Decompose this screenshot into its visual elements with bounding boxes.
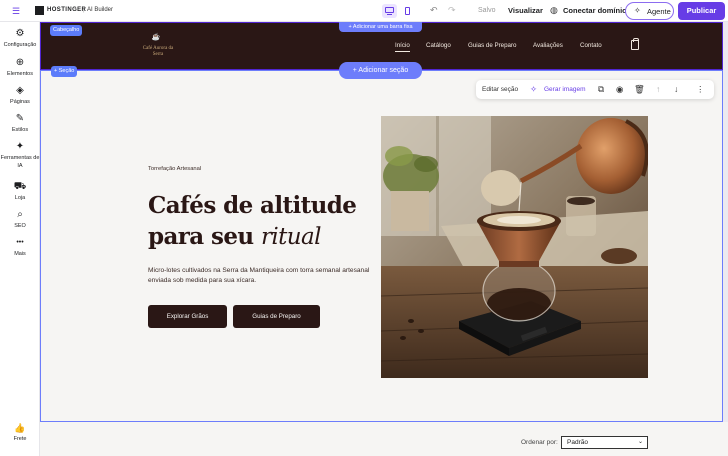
left-sidebar: ⚙ Configuração ⊕ Elementos ◈ Páginas ✎ E… bbox=[0, 22, 40, 456]
hero-title: Cafés de altitude para seu ritual bbox=[148, 190, 378, 253]
sidebar-item-ai-tools[interactable]: ✦ Ferramentas de IA bbox=[0, 141, 40, 170]
top-bar: ☰ HOSTINGER | AI Builder ↶ ↷ Salvo Visua… bbox=[0, 0, 728, 22]
hero-image[interactable] bbox=[381, 116, 648, 378]
explore-beans-button[interactable]: Explorar Grãos bbox=[148, 305, 227, 328]
coffee-logo-icon: ☕ bbox=[151, 34, 161, 41]
chevron-down-icon: ⌄ bbox=[637, 439, 643, 445]
hero-description: Micro-lotes cultivados na Serra da Manti… bbox=[148, 267, 370, 284]
agent-button[interactable]: ✧ Agente bbox=[625, 2, 674, 20]
agent-label: Agente bbox=[647, 7, 671, 16]
trash-icon[interactable]: 🗑 bbox=[634, 84, 645, 95]
hero-title-italic: ritual bbox=[260, 224, 321, 250]
settings-icon: ⚙ bbox=[15, 28, 25, 39]
more-dots-icon: ••• bbox=[16, 239, 24, 246]
sparkle-icon: ✧ bbox=[634, 6, 641, 15]
nav-link-contact[interactable]: Contato bbox=[580, 42, 602, 49]
sort-label: Ordenar por: bbox=[521, 439, 558, 446]
desktop-icon bbox=[385, 7, 394, 13]
sidebar-item-store[interactable]: ⛟ Loja bbox=[0, 181, 40, 202]
hero-eyebrow: Torrefação Artesanal bbox=[148, 166, 202, 172]
sidebar-item-label: Loja bbox=[14, 195, 26, 201]
canvas-scrollbar[interactable] bbox=[723, 22, 728, 422]
sidebar-item-styles[interactable]: ✎ Estilos bbox=[0, 113, 40, 134]
preview-button[interactable]: Visualizar bbox=[508, 6, 543, 15]
nav-link-brew-guides[interactable]: Guias de Preparo bbox=[468, 42, 517, 49]
seo-icon: ⌕ bbox=[17, 209, 23, 220]
ai-sparkle-icon: ✧ bbox=[530, 84, 538, 94]
menu-icon[interactable]: ☰ bbox=[12, 6, 20, 17]
move-down-icon[interactable]: ↓ bbox=[674, 84, 678, 94]
site-logo[interactable]: Café Aurora da Serra bbox=[140, 46, 176, 58]
desktop-view-button[interactable] bbox=[382, 4, 397, 18]
sidebar-item-settings[interactable]: ⚙ Configuração bbox=[0, 28, 40, 49]
move-up-icon[interactable]: ↑ bbox=[656, 84, 660, 94]
brand-separator: | bbox=[83, 7, 85, 13]
eye-icon[interactable]: ◉ bbox=[616, 84, 623, 95]
redo-icon[interactable]: ↷ bbox=[448, 5, 456, 16]
sidebar-item-label: Configuração bbox=[3, 42, 37, 48]
brand-name: HOSTINGER bbox=[47, 7, 87, 13]
ai-sparkle-icon: ✦ bbox=[15, 141, 25, 152]
sidebar-item-label: Ferramentas de IA bbox=[0, 155, 40, 169]
section-toolbar: Editar seção ✧ Gerar imagem ⧉ ◉ 🗑 ↑ ↓ ⋮ bbox=[476, 80, 714, 99]
globe-icon: ◍ bbox=[550, 5, 558, 15]
nav-link-reviews[interactable]: Avaliações bbox=[533, 42, 563, 49]
sort-selected-value: Padrão bbox=[567, 439, 588, 446]
hero-title-line1: Cafés de altitude bbox=[148, 192, 357, 219]
more-options-icon[interactable]: ⋮ bbox=[696, 84, 705, 95]
publish-button[interactable]: Publicar bbox=[678, 2, 725, 20]
sidebar-item-label: Páginas bbox=[10, 99, 30, 105]
duplicate-icon[interactable]: ⧉ bbox=[598, 84, 604, 95]
sidebar-item-elements[interactable]: ⊕ Elementos bbox=[0, 57, 40, 78]
catalog-sort-area: Ordenar por: Padrão ⌄ bbox=[40, 422, 728, 456]
sidebar-item-label: Estilos bbox=[11, 127, 29, 133]
sidebar-item-label: Frete bbox=[13, 436, 27, 442]
hostinger-logo-icon bbox=[35, 6, 44, 15]
brush-icon: ✎ bbox=[15, 113, 25, 124]
section-tag[interactable]: + Seção bbox=[51, 66, 78, 77]
sidebar-item-label: SEO bbox=[14, 223, 26, 229]
thumbs-up-icon: 👍 bbox=[14, 423, 26, 433]
edit-section-button[interactable]: Editar seção bbox=[482, 86, 518, 93]
header-tag[interactable]: Cabeçalho bbox=[50, 25, 83, 36]
shopping-bag-icon[interactable] bbox=[631, 38, 639, 50]
connect-domain-button[interactable]: Conectar domínio bbox=[563, 6, 627, 15]
product-name: AI Builder bbox=[87, 7, 114, 13]
mobile-view-button[interactable] bbox=[400, 4, 415, 18]
brew-guides-button[interactable]: Guias de Preparo bbox=[233, 305, 320, 328]
add-section-button[interactable]: + Adicionar seção bbox=[339, 62, 422, 79]
generate-image-button[interactable]: Gerar imagem bbox=[544, 86, 586, 93]
mobile-icon bbox=[405, 7, 410, 15]
sidebar-item-seo[interactable]: ⌕ SEO bbox=[0, 209, 40, 230]
nav-link-home[interactable]: Início bbox=[395, 42, 410, 52]
pour-over-coffee-illustration bbox=[381, 116, 648, 378]
sidebar-item-pages[interactable]: ◈ Páginas bbox=[0, 85, 40, 106]
add-fixed-bar-button[interactable]: + Adicionar uma barra fixa bbox=[339, 22, 422, 32]
sidebar-item-feedback[interactable]: 👍 Frete bbox=[0, 422, 40, 443]
sidebar-item-label: Mais bbox=[14, 251, 26, 257]
undo-icon[interactable]: ↶ bbox=[430, 5, 438, 16]
editor-canvas: ☕ Café Aurora da Serra Início Catálogo G… bbox=[40, 22, 728, 456]
cart-icon: ⛟ bbox=[13, 181, 27, 192]
sidebar-item-more[interactable]: ••• Mais bbox=[0, 237, 40, 258]
hero-title-line2: para seu bbox=[148, 223, 254, 250]
sort-select[interactable]: Padrão ⌄ bbox=[561, 436, 648, 449]
layers-icon: ◈ bbox=[16, 85, 24, 96]
plus-circle-icon: ⊕ bbox=[15, 57, 25, 68]
nav-link-catalog[interactable]: Catálogo bbox=[426, 42, 451, 49]
save-status: Salvo bbox=[478, 7, 496, 14]
sidebar-item-label: Elementos bbox=[7, 71, 33, 77]
